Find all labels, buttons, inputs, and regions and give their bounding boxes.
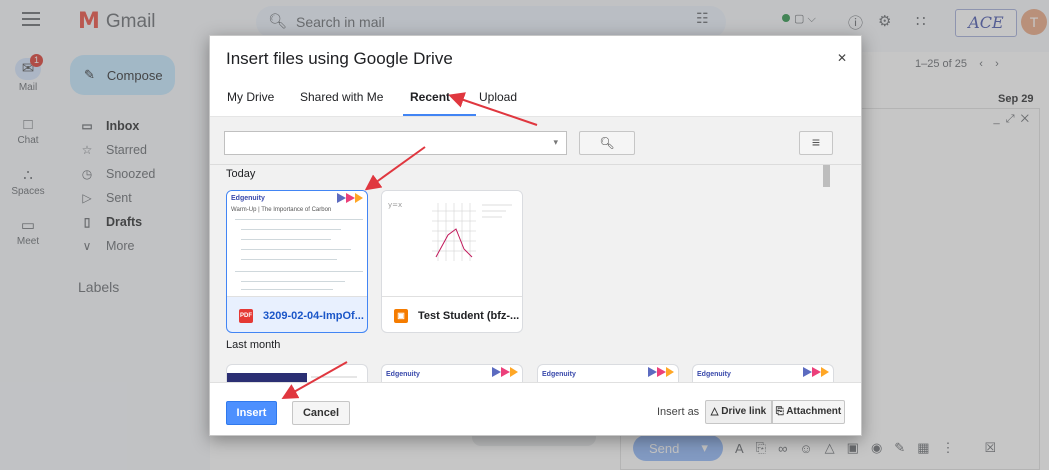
svg-text:y=x: y=x xyxy=(388,201,402,209)
thumb-header: Edgenuity xyxy=(231,195,265,202)
search-icon: 🔍︎ xyxy=(599,136,615,150)
drive-link-label: Drive link xyxy=(721,406,767,417)
thumb-header: Edgenuity xyxy=(386,371,420,378)
insert-button[interactable]: Insert xyxy=(226,401,277,425)
search-button[interactable]: 🔍︎ xyxy=(579,131,635,155)
thumb-line xyxy=(235,219,363,220)
thumb-line xyxy=(241,289,333,290)
file-name: Test Student (bfz-... xyxy=(418,310,520,322)
thumb-line xyxy=(241,281,345,282)
drive-search-input[interactable]: ▾ xyxy=(224,131,567,155)
attachment-option[interactable]: ⎘ Attachment xyxy=(772,400,845,424)
graph-thumbnail: y=x xyxy=(388,201,512,261)
attachment-label: Attachment xyxy=(786,406,842,417)
edgenuity-flag-icon xyxy=(337,193,363,203)
thumb-line xyxy=(235,271,363,272)
thumb-line xyxy=(241,239,331,240)
image-file-icon: ▣ xyxy=(394,309,408,323)
section-last-month: Last month xyxy=(226,339,281,351)
file-card-image[interactable]: y=x ▣ Test Student (bfz-... xyxy=(381,190,523,333)
tab-upload[interactable]: Upload xyxy=(479,90,517,104)
thumb-subtitle: Warm-Up | The Importance of Carbon xyxy=(231,207,332,213)
search-options-dropdown-icon[interactable]: ▾ xyxy=(553,137,558,148)
thumb-line xyxy=(241,229,341,230)
file-thumbnail: Edgenuity Warm-Up | The Importance of Ca… xyxy=(227,191,367,297)
thumb-header: Edgenuity xyxy=(697,371,731,378)
edgenuity-flag-icon xyxy=(803,367,829,377)
file-footer: ▣ Test Student (bfz-... xyxy=(382,298,522,332)
dialog-title: Insert files using Google Drive xyxy=(226,49,453,68)
drive-link-option[interactable]: △ Drive link xyxy=(705,400,772,424)
insert-as-label: Insert as xyxy=(657,406,700,418)
edgenuity-flag-icon xyxy=(492,367,518,377)
thumb-header: Edgenuity xyxy=(542,371,576,378)
list-view-button[interactable]: ≡ xyxy=(799,131,833,155)
paperclip-icon: ⎘ xyxy=(775,406,784,417)
scrollbar-thumb[interactable] xyxy=(823,165,830,187)
drive-icon: △ xyxy=(710,406,719,417)
drive-picker-dialog: Insert files using Google Drive ✕ My Dri… xyxy=(209,35,862,436)
file-thumbnail: y=x xyxy=(382,191,522,297)
edgenuity-flag-icon xyxy=(648,367,674,377)
tab-shared-with-me[interactable]: Shared with Me xyxy=(300,90,383,104)
divider xyxy=(210,164,861,165)
dialog-footer: Insert Cancel Insert as △ Drive link ⎘ A… xyxy=(210,382,861,435)
close-icon[interactable]: ✕ xyxy=(837,51,847,65)
file-browser: ▾ 🔍︎ ≡ Today Edgenuity Warm-Up | The Imp… xyxy=(210,116,861,387)
list-view-icon: ≡ xyxy=(811,134,821,150)
tab-recent[interactable]: Recent xyxy=(410,90,450,104)
pdf-file-icon: PDF xyxy=(239,309,253,323)
tab-my-drive[interactable]: My Drive xyxy=(227,90,274,104)
file-footer: PDF 3209-02-04-ImpOf... xyxy=(227,298,367,332)
file-card-pdf[interactable]: Edgenuity Warm-Up | The Importance of Ca… xyxy=(226,190,368,333)
thumb-line xyxy=(241,259,337,260)
thumb-line xyxy=(241,249,351,250)
section-today: Today xyxy=(226,168,256,180)
cancel-button[interactable]: Cancel xyxy=(292,401,350,425)
file-name: 3209-02-04-ImpOf... xyxy=(263,310,364,322)
